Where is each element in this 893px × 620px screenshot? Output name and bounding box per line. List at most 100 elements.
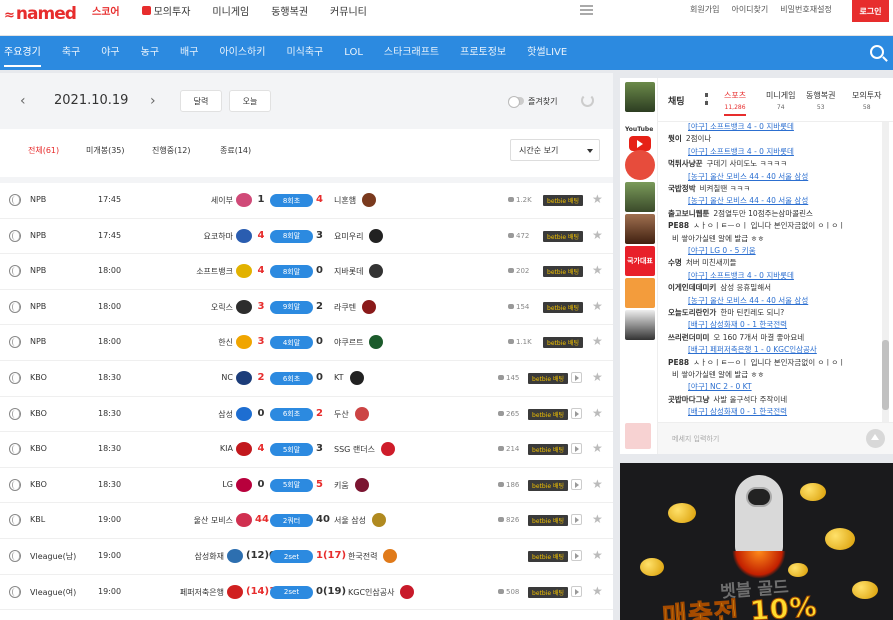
play-icon[interactable] bbox=[571, 585, 582, 597]
util-link-0[interactable]: 회원가입 bbox=[690, 4, 719, 15]
util-link-1[interactable]: 아이디찾기 bbox=[731, 4, 768, 15]
home-team[interactable]: NC bbox=[221, 373, 233, 382]
game-row[interactable]: KBL 19:00 울산 모비스 44 2쿼터 40 서울 삼성 betbie … bbox=[0, 503, 613, 539]
chat-count[interactable]: 508 bbox=[498, 588, 519, 596]
orange-app-icon[interactable] bbox=[625, 278, 655, 308]
chat-user[interactable]: PE88 bbox=[668, 358, 689, 367]
home-team[interactable]: 소프트뱅크 bbox=[196, 266, 233, 277]
prev-date-icon[interactable]: ‹ bbox=[20, 93, 26, 109]
chat-tab-3[interactable]: 모의투자 58 bbox=[852, 90, 881, 111]
avatar-app-4[interactable] bbox=[625, 310, 655, 340]
home-team[interactable]: 요코하마 bbox=[204, 231, 233, 242]
chat-scroll-thumb[interactable] bbox=[882, 340, 889, 410]
chat-user[interactable]: 뭣이 bbox=[668, 134, 682, 143]
avatar-app-3[interactable] bbox=[625, 214, 655, 244]
away-team[interactable]: KT bbox=[334, 373, 344, 382]
filter-tab-0[interactable]: 전체(61) bbox=[28, 145, 59, 156]
game-row[interactable]: Vleague(여) 19:00 페퍼저축은행 (14)1 2set 0(19)… bbox=[0, 575, 613, 611]
nav-item-4[interactable]: 커뮤니티 bbox=[330, 3, 367, 18]
away-team[interactable]: 요미우리 bbox=[334, 231, 363, 242]
chat-user[interactable]: PE88 bbox=[668, 221, 689, 230]
bet-button[interactable]: betbie 배팅 bbox=[543, 266, 583, 278]
play-icon[interactable] bbox=[571, 478, 582, 490]
chat-user[interactable]: 곳밥마다그냥 bbox=[668, 395, 709, 404]
game-row[interactable]: NPB 17:45 요코하마 4 8회말 3 요미우리 betbie 배팅 ★ 4… bbox=[0, 219, 613, 255]
chat-user[interactable]: 쓰리런더미미 bbox=[668, 333, 709, 342]
chat-count[interactable]: 472 bbox=[508, 232, 529, 240]
bet-button[interactable]: betbie 배팅 bbox=[528, 551, 568, 562]
away-team[interactable]: SSG 랜더스 bbox=[334, 444, 375, 455]
bet-button[interactable]: betbie 배팅 bbox=[528, 479, 568, 491]
chat-score-link[interactable]: [농구] 울산 모비스 44 - 40 서울 삼성 bbox=[668, 171, 883, 182]
favorite-star-icon[interactable]: ★ bbox=[592, 228, 603, 242]
game-row[interactable]: Vleague(남) 19:00 삼성화재 (12)0 2set 1(17) 한… bbox=[0, 539, 613, 575]
favorite-star-icon[interactable]: ★ bbox=[592, 370, 603, 384]
game-row[interactable]: NPB 18:00 오릭스 3 9회말 2 라쿠텐 betbie 배팅 ★ 154 bbox=[0, 290, 613, 326]
home-team[interactable]: 삼성화재 bbox=[195, 551, 224, 562]
chat-score-link[interactable]: [야구] NC 2 - 0 KT bbox=[668, 381, 883, 392]
away-team[interactable]: 지바롯데 bbox=[334, 266, 363, 277]
avatar-app-2[interactable] bbox=[625, 182, 655, 212]
gamble-app-icon[interactable]: 국가대표 bbox=[625, 246, 655, 276]
login-button[interactable]: 로그인 bbox=[852, 0, 889, 22]
chat-count[interactable]: 1.2K bbox=[508, 196, 532, 204]
play-icon[interactable] bbox=[571, 550, 582, 561]
favorite-star-icon[interactable]: ★ bbox=[592, 192, 603, 206]
chat-score-link[interactable]: [배구] 페퍼저축은행 1 - 0 KGC인삼공사 bbox=[668, 344, 883, 355]
play-icon[interactable] bbox=[571, 514, 582, 526]
nav-item-3[interactable]: 동행복권 bbox=[271, 3, 308, 18]
sport-tab-0[interactable]: 주요경기 bbox=[4, 36, 41, 70]
game-row[interactable]: KBO 18:30 LG 0 5회말 5 키움 betbie 배팅 ★ 186 bbox=[0, 468, 613, 504]
chat-user[interactable]: 수명 bbox=[668, 258, 682, 267]
sport-tab-6[interactable]: 미식축구 bbox=[286, 36, 323, 70]
play-icon[interactable] bbox=[571, 443, 582, 455]
home-team[interactable]: 한신 bbox=[218, 337, 233, 348]
favorite-star-icon[interactable]: ★ bbox=[592, 299, 603, 313]
menu-icon[interactable] bbox=[580, 5, 593, 15]
chat-score-link[interactable]: [야구] 소프트뱅크 4 - 0 지바롯데 bbox=[668, 270, 883, 281]
away-team[interactable]: 니혼햄 bbox=[334, 195, 356, 206]
chat-tab-1[interactable]: 미니게임 74 bbox=[766, 90, 795, 111]
game-row[interactable]: NPB 18:00 소프트뱅크 4 8회말 0 지바롯데 betbie 배팅 ★… bbox=[0, 254, 613, 290]
chat-user[interactable]: 오늘도리란인가 bbox=[668, 308, 716, 317]
chat-count[interactable]: 202 bbox=[508, 267, 529, 275]
bet-button[interactable]: betbie 배팅 bbox=[543, 195, 583, 206]
favorite-star-icon[interactable]: ★ bbox=[592, 263, 603, 277]
favorite-star-icon[interactable]: ★ bbox=[592, 406, 603, 420]
favorite-star-icon[interactable]: ★ bbox=[592, 548, 603, 562]
youtube-icon[interactable] bbox=[629, 136, 651, 151]
site-logo[interactable]: ≈ named bbox=[4, 4, 77, 24]
chat-tab-0[interactable]: 스포츠 11,286 bbox=[724, 90, 746, 116]
ad-banner[interactable]: 벳블 골드 매충전 10% bbox=[620, 463, 893, 620]
bet-button[interactable]: betbie 배팅 bbox=[528, 408, 568, 420]
game-row[interactable]: NPB 17:45 세이부 1 8회초 4 니혼햄 betbie 배팅 ★ 1.2… bbox=[0, 183, 613, 219]
next-date-icon[interactable]: › bbox=[150, 93, 156, 109]
game-row[interactable]: KBO 18:30 KIA 4 5회말 3 SSG 랜더스 betbie 배팅 … bbox=[0, 432, 613, 468]
chat-count[interactable]: 154 bbox=[508, 303, 529, 311]
today-button[interactable]: 오늘 bbox=[229, 90, 271, 112]
home-team[interactable]: 페퍼저축은행 bbox=[180, 587, 224, 598]
refresh-icon[interactable] bbox=[581, 94, 594, 107]
away-team[interactable]: KGC인삼공사 bbox=[348, 587, 394, 598]
play-icon[interactable] bbox=[571, 372, 582, 383]
avatar-app-1[interactable] bbox=[625, 82, 655, 112]
bet-button[interactable]: betbie 배팅 bbox=[543, 301, 583, 313]
chat-user[interactable]: 먹튀사냥꾼 bbox=[668, 159, 703, 168]
home-team[interactable]: 삼성 bbox=[218, 409, 233, 420]
sport-tab-9[interactable]: 프로토정보 bbox=[460, 36, 506, 70]
sport-tab-8[interactable]: 스타크래프트 bbox=[384, 36, 439, 70]
chat-count[interactable]: 214 bbox=[498, 445, 519, 453]
sport-tab-1[interactable]: 축구 bbox=[62, 36, 80, 70]
chat-score-link[interactable]: [배구] 삼성화재 0 - 1 한국전력 bbox=[668, 406, 883, 417]
chat-user[interactable]: 출고보니웹툰 bbox=[668, 209, 709, 218]
away-team[interactable]: 서울 삼성 bbox=[334, 515, 366, 526]
send-icon[interactable] bbox=[866, 429, 885, 448]
chat-user[interactable]: 이게인데데미키 bbox=[668, 283, 716, 292]
more-icon[interactable] bbox=[705, 93, 708, 105]
character-app-icon[interactable] bbox=[625, 150, 655, 180]
bet-button[interactable]: betbie 배팅 bbox=[528, 373, 568, 384]
sport-tab-4[interactable]: 배구 bbox=[180, 36, 198, 70]
play-icon[interactable] bbox=[571, 407, 582, 419]
chat-user[interactable]: 국밥정박 bbox=[668, 184, 696, 193]
bet-button[interactable]: betbie 배팅 bbox=[528, 586, 568, 598]
